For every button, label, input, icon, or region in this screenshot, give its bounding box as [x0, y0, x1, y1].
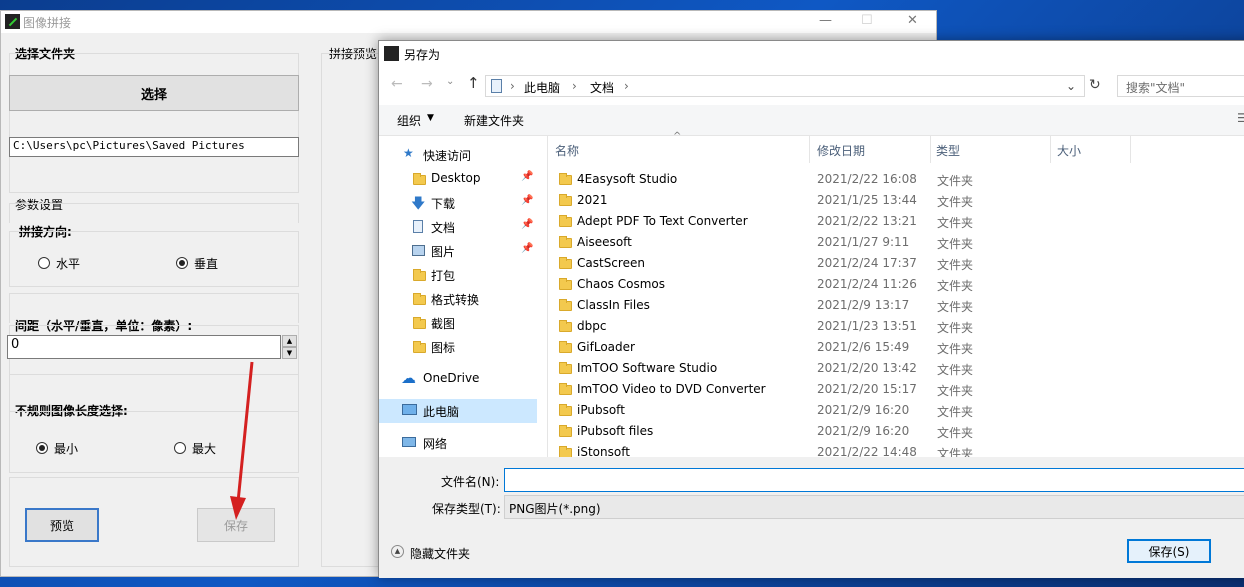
annotation-arrow: [230, 361, 254, 520]
arrow-head: [230, 496, 246, 520]
arrow-shaft: [236, 361, 254, 503]
